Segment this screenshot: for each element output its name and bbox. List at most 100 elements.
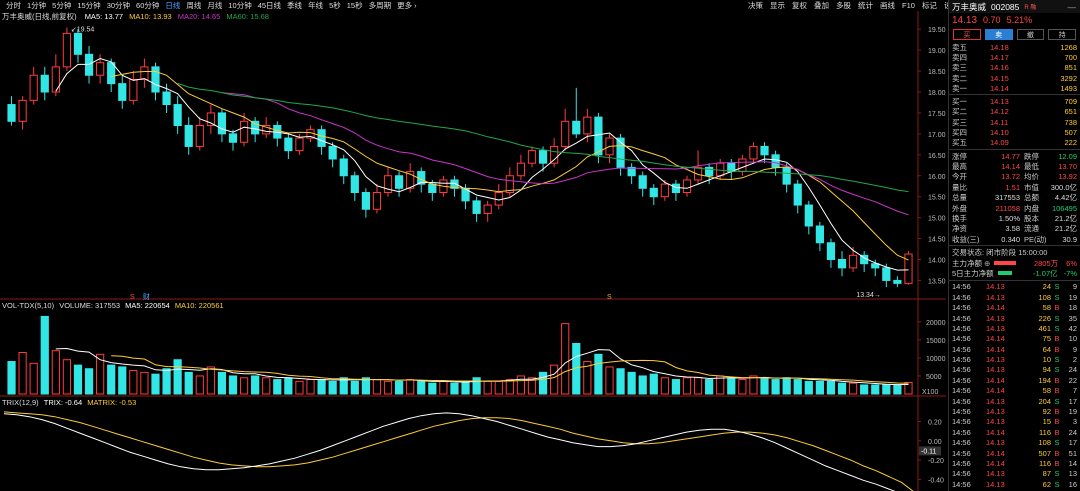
bid-row[interactable]: 买三 14.11 738	[949, 117, 1080, 127]
trix-tick-label: -0.20	[928, 458, 944, 465]
toolbar-tool[interactable]: 统计	[858, 0, 873, 11]
period-tab[interactable]: 日线	[165, 0, 180, 11]
ask-label: 卖一	[952, 83, 967, 93]
stat-row: 量比 1.51 市值 300.0亿	[949, 182, 1080, 192]
candle-body	[140, 66, 149, 80]
candle-body	[804, 204, 813, 227]
ask-row[interactable]: 卖三 14.16 851	[949, 63, 1080, 73]
period-tab[interactable]: 周线	[186, 0, 201, 11]
stat-row: 涨停 14.77 跌停 12.09	[949, 151, 1080, 161]
tick-count: 51	[1068, 448, 1077, 458]
candle-body	[516, 162, 526, 177]
ask-volume: 1493	[1060, 83, 1077, 93]
tick-row: 14:56 14.13 10 S 2	[949, 354, 1080, 364]
tick-side: S	[1054, 292, 1060, 302]
volume-bar	[73, 364, 83, 395]
volume-bar	[782, 377, 791, 395]
cancel-order-button[interactable]: 撤	[1016, 29, 1045, 40]
info-icon[interactable]: ⊕	[984, 259, 990, 268]
tick-price: 14.14	[986, 344, 1005, 354]
volume-bar	[727, 377, 736, 395]
period-tab[interactable]: 30分钟	[107, 0, 130, 11]
bid-row[interactable]: 买二 14.12 651	[949, 107, 1080, 117]
stat-value: 14.14	[1001, 162, 1020, 172]
volume-bar	[217, 371, 227, 395]
tick-time: 14:56	[952, 365, 971, 375]
toolbar-tool[interactable]: 画线	[880, 0, 895, 11]
toolbar-tool[interactable]: F10	[902, 1, 915, 10]
tick-count: 2	[1072, 355, 1077, 365]
volume-bar	[295, 380, 304, 395]
stat-key: 量比	[952, 182, 967, 192]
minimize-button[interactable]: —	[1068, 2, 1077, 12]
stat-value: 13.72	[1001, 172, 1020, 182]
stats-table: 涨停 14.77 跌停 12.09 最高 14.14 最低 13.70 今开 13.72 均价 13.…	[949, 151, 1080, 245]
ma10-line	[111, 71, 909, 261]
volume-bar	[350, 380, 359, 395]
main-flow-value: 2805万	[1033, 258, 1059, 268]
ask-row[interactable]: 卖四 14.17 700	[949, 52, 1080, 62]
tick-price: 14.13	[986, 355, 1005, 365]
tick-count: 19	[1068, 407, 1077, 417]
period-tab[interactable]: 年线	[308, 0, 323, 11]
period-tab[interactable]: 月线	[207, 0, 222, 11]
toolbar-tool[interactable]: 多股	[836, 0, 851, 11]
main-flow5-value: -1.07亿	[1033, 268, 1058, 278]
chart-area[interactable]: 万丰奥威(日线,前复权) MA5: 13.77 MA10: 13.93 MA20…	[0, 11, 946, 491]
period-tab[interactable]: 45日线	[258, 0, 281, 11]
holdings-button[interactable]: 持	[1048, 29, 1076, 40]
tick-price: 14.14	[986, 375, 1005, 385]
ask-row[interactable]: 卖二 14.15 3292	[949, 73, 1080, 83]
candle-body	[671, 183, 681, 193]
tick-volume: 24	[1042, 282, 1051, 292]
buy-button[interactable]: 买	[953, 29, 981, 40]
volume-bar	[129, 370, 138, 395]
tick-side: B	[1054, 334, 1060, 344]
toolbar-tool[interactable]: 显示	[770, 0, 785, 11]
period-tab[interactable]: 60分钟	[136, 0, 159, 11]
bid-row[interactable]: 买五 14.09 222	[949, 138, 1080, 148]
period-tab[interactable]: 更多 ›	[397, 0, 417, 11]
toolbar-tool[interactable]: 标记	[922, 0, 937, 11]
stat-key: PE(动)	[1024, 234, 1047, 244]
period-tab[interactable]: 5秒	[329, 0, 341, 11]
stat-value: 300.0亿	[1050, 182, 1077, 192]
period-tab[interactable]: 15秒	[347, 0, 363, 11]
stat-value: 21.2亿	[1054, 224, 1077, 234]
toolbar-tool[interactable]: 决策	[748, 0, 763, 11]
period-tab[interactable]: 15分钟	[77, 0, 100, 11]
sell-button[interactable]: 卖	[984, 29, 1013, 40]
candle-body	[295, 137, 304, 152]
bid-row[interactable]: 买一 14.13 709	[949, 96, 1080, 106]
period-tab[interactable]: 多周期	[369, 0, 392, 11]
tick-price: 14.14	[986, 386, 1005, 396]
period-tab[interactable]: 1分钟	[27, 0, 46, 11]
period-tab[interactable]: 10分钟	[228, 0, 251, 11]
tick-time: 14:56	[952, 344, 971, 354]
candle-body	[51, 66, 60, 93]
volume-bar	[793, 379, 802, 395]
ask-row[interactable]: 卖五 14.18 1268	[949, 42, 1080, 52]
tick-side: S	[1054, 282, 1060, 292]
stock-badge: R 融	[1024, 5, 1037, 11]
ask-volume: 700	[1064, 52, 1077, 62]
tick-time: 14:56	[952, 355, 971, 365]
trix-tick-label: 0.20	[928, 420, 942, 427]
tick-list[interactable]: 14:56 14.13 24 S 9 14:56 14.13 108 S 19 14:56 14.14…	[949, 282, 1080, 490]
toolbar-tool[interactable]: 复权	[792, 0, 807, 11]
toolbar-tool[interactable]: 叠加	[814, 0, 829, 11]
candle-body	[73, 32, 83, 55]
candle-body	[538, 150, 548, 164]
period-tab[interactable]: 季线	[287, 0, 302, 11]
tick-side: B	[1054, 427, 1060, 437]
volume-bar	[804, 380, 813, 395]
ask-row[interactable]: 卖一 14.14 1493	[949, 83, 1080, 93]
period-tab[interactable]: 5分钟	[52, 0, 71, 11]
bid-price: 14.09	[990, 138, 1009, 148]
period-tab[interactable]: 分时	[6, 0, 21, 11]
tick-row: 14:56 14.14 507 B 51	[949, 448, 1080, 458]
tick-time: 14:56	[952, 313, 971, 323]
bid-row[interactable]: 买四 14.10 507	[949, 127, 1080, 137]
volume-bar	[206, 366, 215, 395]
ask-price: 14.17	[990, 52, 1009, 62]
